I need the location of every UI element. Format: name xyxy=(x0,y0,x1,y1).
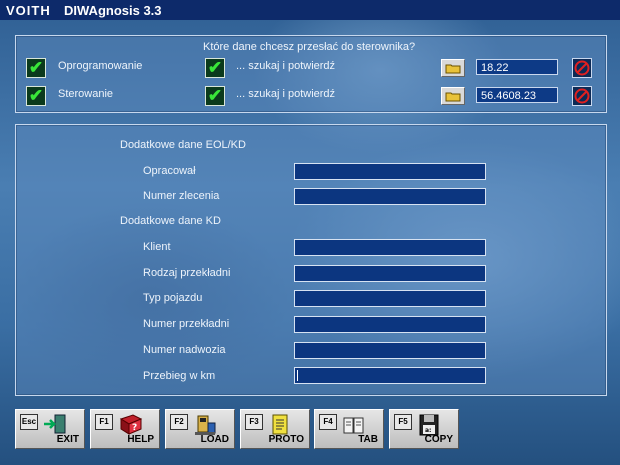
exit-label: EXIT xyxy=(56,434,79,445)
software-checkbox[interactable]: ✔ xyxy=(26,58,46,78)
typ-pojazdu-label: Typ pojazdu xyxy=(143,292,203,304)
numer-zlecenia-label: Numer zlecenia xyxy=(143,190,220,202)
software-version-field: 18.22 xyxy=(476,59,558,75)
klient-label: Klient xyxy=(143,241,171,253)
f3-keycap: F3 xyxy=(245,414,263,430)
f5-keycap: F5 xyxy=(394,414,412,430)
copy-button[interactable]: F5 a: COPY xyxy=(389,409,459,449)
control-search-label: ... szukaj i potwierdź xyxy=(236,88,336,100)
numer-nadwozia-label: Numer nadwozia xyxy=(143,344,226,356)
section-kd-heading: Dodatkowe dane KD xyxy=(120,215,221,227)
exit-button[interactable]: Esc EXIT xyxy=(15,409,85,449)
typ-pojazdu-input[interactable] xyxy=(294,290,486,307)
opracowal-input[interactable] xyxy=(294,163,486,180)
tab-label: TAB xyxy=(358,434,378,445)
section-eol-heading: Dodatkowe dane EOL/KD xyxy=(120,139,246,151)
software-label: Oprogramowanie xyxy=(58,60,143,72)
opracowal-label: Opracował xyxy=(143,165,196,177)
tab-button[interactable]: F4 TAB xyxy=(314,409,384,449)
control-cancel-button[interactable] xyxy=(572,86,592,106)
software-folder-button[interactable] xyxy=(441,59,465,77)
folder-icon xyxy=(445,64,461,74)
numer-nadwozia-input[interactable] xyxy=(294,342,486,359)
copy-label: COPY xyxy=(424,434,453,445)
load-label: LOAD xyxy=(200,434,229,445)
klient-input[interactable] xyxy=(294,239,486,256)
numer-przekladni-label: Numer przekładni xyxy=(143,318,230,330)
f4-keycap: F4 xyxy=(319,414,337,430)
software-search-label: ... szukaj i potwierdź xyxy=(236,60,336,72)
control-checkbox[interactable]: ✔ xyxy=(26,86,46,106)
title-bar: VOITH DIWAgnosis 3.3 xyxy=(0,0,620,20)
przebieg-input[interactable] xyxy=(294,367,486,384)
rodzaj-przekladni-input[interactable] xyxy=(294,265,486,282)
proto-button[interactable]: F3 PROTO xyxy=(240,409,310,449)
proto-label: PROTO xyxy=(268,434,304,445)
f1-keycap: F1 xyxy=(95,414,113,430)
control-version-field: 56.4608.23 xyxy=(476,87,558,103)
przebieg-label: Przebieg w km xyxy=(143,370,216,382)
transfer-question: Które dane chcesz przesłać do sterownika… xyxy=(203,41,416,53)
software-search-checkbox[interactable]: ✔ xyxy=(205,58,225,78)
brand-logo: VOITH xyxy=(6,3,51,18)
help-label: HELP xyxy=(127,434,154,445)
numer-przekladni-input[interactable] xyxy=(294,316,486,333)
text-cursor xyxy=(297,370,298,381)
folder-icon xyxy=(445,92,461,102)
software-cancel-button[interactable] xyxy=(572,58,592,78)
control-label: Sterowanie xyxy=(58,88,114,100)
stop-icon xyxy=(574,60,590,76)
svg-text:a:: a: xyxy=(425,427,431,434)
f2-keycap: F2 xyxy=(170,414,188,430)
esc-keycap: Esc xyxy=(20,414,38,430)
svg-text:?: ? xyxy=(132,423,137,433)
numer-zlecenia-input[interactable] xyxy=(294,188,486,205)
load-button[interactable]: F2 LOAD xyxy=(165,409,235,449)
rodzaj-przekladni-label: Rodzaj przekładni xyxy=(143,267,231,279)
stop-icon xyxy=(574,88,590,104)
help-button[interactable]: F1 ? HELP xyxy=(90,409,160,449)
control-folder-button[interactable] xyxy=(441,87,465,105)
control-search-checkbox[interactable]: ✔ xyxy=(205,86,225,106)
app-title: DIWAgnosis 3.3 xyxy=(64,3,162,18)
